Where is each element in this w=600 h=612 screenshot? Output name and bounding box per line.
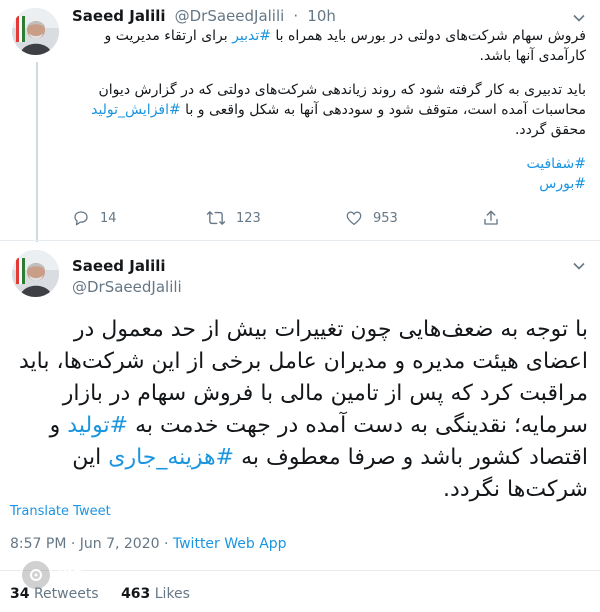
watermark-text: YJC xyxy=(58,567,82,583)
hashtag-tadbir[interactable]: #تدبیر xyxy=(232,28,271,44)
thread-connector xyxy=(36,62,38,242)
tweet1-text: فروش سهام شرکت‌های دولتی در بورس باید هم… xyxy=(72,26,586,194)
retweets-count: 34 xyxy=(10,586,30,602)
chevron-down-icon[interactable] xyxy=(572,258,586,272)
like-button[interactable]: 953 xyxy=(345,209,398,227)
share-icon xyxy=(484,210,498,225)
tweet1-paragraph-1: فروش سهام شرکت‌های دولتی در بورس باید هم… xyxy=(72,26,587,66)
author-name[interactable]: Saeed Jalili xyxy=(72,257,166,275)
retweets-label: Retweets xyxy=(33,586,99,602)
tweet1-hashtags: #شفافیت #بورس xyxy=(72,154,586,194)
hashtag-afzayesh-tolid[interactable]: #افزایش_تولید xyxy=(91,102,181,118)
tweet1-header: Saeed Jalili @DrSaeedJalili · 10h xyxy=(72,6,340,25)
likes-stat[interactable]: 463 Likes xyxy=(121,586,190,602)
retweet-count: 123 xyxy=(236,210,261,226)
translate-tweet-link[interactable]: Translate Tweet xyxy=(10,504,111,519)
tweet-time[interactable]: 10h xyxy=(307,7,336,25)
reply-button[interactable]: 14 xyxy=(72,209,117,227)
share-button[interactable] xyxy=(482,209,510,227)
separator-dot: · xyxy=(293,7,299,25)
reply-count: 14 xyxy=(100,210,117,226)
tweet-metadata: 8:57 PM · Jun 7, 2020 · Twitter Web App xyxy=(10,536,287,552)
chevron-down-icon[interactable] xyxy=(572,10,586,24)
avatar[interactable] xyxy=(12,8,59,55)
tweet2-text: با توجه به ضعف‌هایی چون تغییرات بیش از ح… xyxy=(14,314,588,506)
source-app-link[interactable]: Twitter Web App xyxy=(173,536,287,552)
like-icon xyxy=(346,211,362,226)
divider xyxy=(0,240,600,241)
hashtag-shafafiyat[interactable]: #شفافیت xyxy=(527,156,586,172)
text-run: محقق گردد. xyxy=(514,122,586,138)
hashtag-hazine-jari[interactable]: #هزینه_جاری xyxy=(108,445,234,470)
hashtag-bourse[interactable]: #بورس xyxy=(539,176,586,192)
tweet-timestamp[interactable]: 8:57 PM · Jun 7, 2020 · xyxy=(10,536,173,552)
hashtag-tolid[interactable]: #تولید xyxy=(67,413,128,438)
likes-count: 463 xyxy=(121,586,151,602)
author-name[interactable]: Saeed Jalili xyxy=(72,7,166,25)
divider xyxy=(0,570,600,571)
author-handle[interactable]: @DrSaeedJalili xyxy=(72,278,182,296)
reply-icon xyxy=(74,211,88,226)
tweet1-actions: 14 123 953 xyxy=(72,209,540,231)
like-count: 953 xyxy=(373,210,398,226)
text-run: فروش سهام شرکت‌های دولتی در بورس باید هم… xyxy=(270,28,586,44)
avatar[interactable] xyxy=(12,250,59,297)
tweet1-paragraph-2: باید تدبیری به کار گرفته شود که روند زیا… xyxy=(72,80,586,140)
retweet-icon xyxy=(206,211,226,225)
tweet-stats: 34 Retweets 463 Likes xyxy=(10,586,208,602)
likes-label: Likes xyxy=(154,586,190,602)
retweet-button[interactable]: 123 xyxy=(206,209,261,227)
retweets-stat[interactable]: 34 Retweets xyxy=(10,586,99,602)
author-handle[interactable]: @DrSaeedJalili xyxy=(175,7,285,25)
